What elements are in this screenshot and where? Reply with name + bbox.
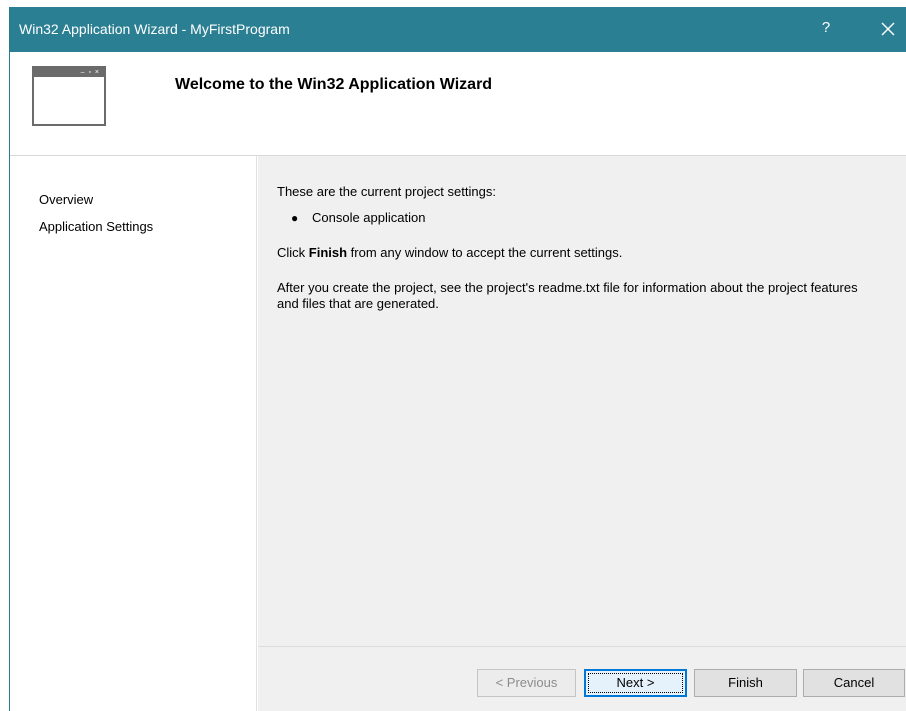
previous-button[interactable]: < Previous xyxy=(477,669,576,697)
title-bar[interactable]: Win32 Application Wizard - MyFirstProgra… xyxy=(10,7,906,52)
sidebar-item-overview[interactable]: Overview xyxy=(39,192,93,207)
finish-instruction: Click Finish from any window to accept t… xyxy=(277,245,622,260)
finish-button[interactable]: Finish xyxy=(694,669,797,697)
setting-item: Console application xyxy=(312,210,426,225)
wizard-header: ‒ ▫ × Welcome to the Win32 Application W… xyxy=(10,52,906,155)
window-title: Win32 Application Wizard - MyFirstProgra… xyxy=(19,21,290,37)
window-controls-glyph: ‒ ▫ × xyxy=(80,69,100,76)
close-icon xyxy=(881,22,895,36)
wizard-content: These are the current project settings: … xyxy=(258,156,906,646)
help-button[interactable]: ? xyxy=(814,19,838,41)
finish-suffix: from any window to accept the current se… xyxy=(347,245,623,260)
focus-rect xyxy=(588,673,683,693)
finish-bold: Finish xyxy=(308,245,348,260)
bullet-icon: ● xyxy=(291,211,299,225)
wizard-window: Win32 Application Wizard - MyFirstProgra… xyxy=(9,7,906,711)
close-button[interactable] xyxy=(876,17,900,41)
sidebar-item-application-settings[interactable]: Application Settings xyxy=(39,219,153,234)
settings-intro: These are the current project settings: xyxy=(277,184,496,199)
readme-note: After you create the project, see the pr… xyxy=(277,280,858,311)
finish-prefix: Click xyxy=(277,245,309,260)
next-button[interactable]: Next > xyxy=(584,669,687,697)
wizard-sidebar: Overview Application Settings xyxy=(10,156,257,711)
cancel-button[interactable]: Cancel xyxy=(803,669,905,697)
wizard-footer: < Previous Next > Finish Cancel xyxy=(258,646,906,711)
window-icon-titlebar: ‒ ▫ × xyxy=(34,68,104,77)
header-title: Welcome to the Win32 Application Wizard xyxy=(175,76,493,93)
window-icon: ‒ ▫ × xyxy=(32,66,106,126)
